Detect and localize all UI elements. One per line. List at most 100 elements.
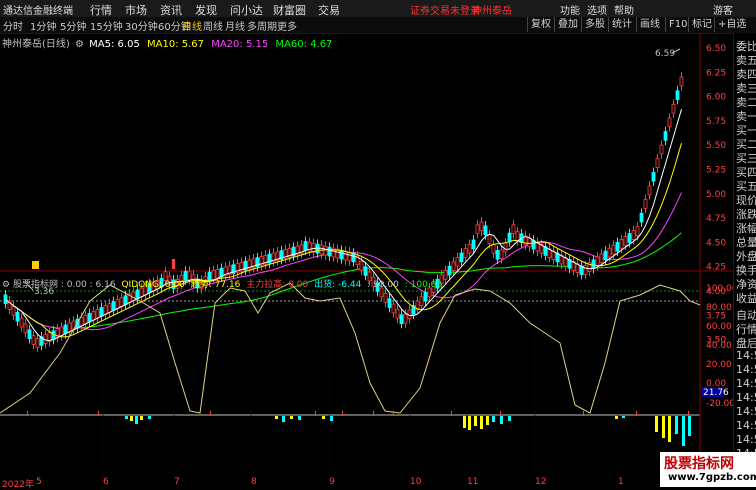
signal-marker: [27, 411, 28, 416]
app-title: 通达信金融终端: [3, 6, 73, 17]
signal-marker: [451, 411, 452, 416]
menu-xuanxiang[interactable]: 选项: [587, 2, 607, 17]
period-weekly[interactable]: 周线: [203, 18, 223, 33]
current-value-label: 21.76: [703, 388, 729, 398]
ma10-value: MA10: 5.67: [147, 39, 205, 50]
btn-duogu[interactable]: 多股: [581, 17, 608, 32]
date-month-9: 9: [329, 477, 335, 487]
candle-body: [19, 317, 24, 328]
menu-zixun[interactable]: 资讯: [160, 2, 182, 18]
candle-body: [487, 234, 492, 244]
candle-body: [107, 303, 112, 313]
price-tick-label: 4.75: [706, 214, 726, 224]
menu-shichang[interactable]: 市场: [125, 2, 147, 18]
candle-body: [667, 117, 672, 128]
candle-body: [391, 303, 396, 314]
histogram-bar: [682, 416, 685, 446]
candle-body: [339, 249, 344, 260]
signal-marker: [342, 411, 343, 416]
ind-chuhuo: 出货: -6.44: [314, 280, 362, 290]
indicator-tick-label: 40.00: [706, 341, 732, 351]
btn-diejia[interactable]: 叠加: [554, 17, 581, 32]
candle-body: [447, 265, 452, 276]
period-more[interactable]: 更多: [277, 18, 297, 33]
candle-body: [471, 239, 476, 250]
candle-body: [383, 293, 388, 303]
period-1min[interactable]: 1分钟: [30, 18, 56, 33]
candle-body: [635, 226, 640, 236]
candle-body: [67, 322, 72, 333]
histogram-bar: [492, 416, 495, 422]
btn-fuquan[interactable]: 复权: [527, 17, 554, 32]
candle-body: [659, 144, 664, 155]
signal-marker: [98, 411, 99, 416]
candle-body: [651, 171, 656, 182]
candle-body: [103, 305, 108, 315]
btn-f10[interactable]: F10: [665, 17, 690, 32]
candle-body: [387, 298, 392, 308]
candle-body: [123, 295, 128, 305]
period-monthly[interactable]: 月线: [225, 18, 245, 33]
user-guest[interactable]: 游客: [713, 2, 733, 17]
candle-body: [603, 250, 608, 261]
btn-tongji[interactable]: 统计: [608, 17, 635, 32]
btn-huaxian[interactable]: 画线: [636, 17, 663, 32]
price-tick-label: 5.50: [706, 141, 726, 151]
candle-body: [459, 252, 464, 263]
indicator-settings-icon[interactable]: ⚙: [2, 280, 10, 290]
histogram-bar: [330, 416, 333, 421]
histogram-bar: [135, 416, 138, 424]
candle-body: [515, 231, 520, 241]
stock-name-link[interactable]: 神州泰岳: [472, 2, 512, 17]
stock-title: 神州泰岳(日线): [2, 39, 70, 50]
candle-body: [87, 312, 92, 323]
menu-jiaoyi[interactable]: 交易: [318, 2, 340, 18]
histogram-bar: [130, 416, 133, 421]
login-alert[interactable]: 证券交易未登录: [410, 2, 480, 17]
histogram-bar: [688, 416, 691, 436]
candle-body: [583, 265, 588, 275]
ind-zhulilagao: 主力拉高: 0.00: [246, 280, 309, 290]
signal-marker: [393, 411, 394, 416]
candlesticks: [3, 72, 684, 353]
candle-body: [399, 314, 404, 324]
menu-wenxiaoda[interactable]: 问小达: [230, 2, 263, 18]
date-month-6: 6: [103, 477, 109, 487]
chart-grid: [0, 33, 733, 477]
side-panel-label: 14:5: [736, 419, 756, 432]
btn-biaoji[interactable]: 标记: [688, 17, 715, 32]
period-5min[interactable]: 5分钟: [60, 18, 86, 33]
btn-zixuan[interactable]: +自选: [714, 17, 749, 32]
indicator-name[interactable]: 股票指标网: [13, 280, 58, 290]
price-tick-label: 5.25: [706, 166, 726, 176]
period-fenshi[interactable]: 分时: [3, 18, 23, 33]
period-daily[interactable]: 日线: [182, 18, 202, 33]
menu-gongneng[interactable]: 功能: [560, 2, 580, 17]
histogram-bar: [622, 416, 625, 418]
side-panel-label: 14:5: [736, 405, 756, 418]
histogram-bar: [662, 416, 665, 438]
menu-caifuquan[interactable]: 财富圈: [273, 2, 306, 18]
period-multi[interactable]: 多周期: [247, 18, 277, 33]
signal-marker: [373, 411, 374, 416]
buy-signal-mark: [172, 259, 175, 269]
candle-body: [595, 256, 600, 267]
candle-body: [31, 335, 36, 345]
price-tick-label: 6.00: [706, 93, 726, 103]
candle-body: [359, 260, 364, 271]
candle-body: [671, 103, 676, 114]
candle-body: [627, 233, 632, 243]
price-tick-label: 4.25: [706, 263, 726, 273]
ind-qushi: 趋势: 77.16: [190, 280, 241, 290]
price-tick-label: 4.50: [706, 238, 726, 248]
signal-marker: [636, 411, 637, 416]
settings-icon[interactable]: ⚙: [75, 39, 84, 50]
kline-chart[interactable]: 6.50 6.25 6.00 5.75 5.50 5.25 5.00 4.75 4.50 4.25…: [0, 33, 733, 487]
menu-faxian[interactable]: 发现: [195, 2, 217, 18]
menu-hangqing[interactable]: 行情: [90, 2, 112, 18]
menu-bangzhu[interactable]: 帮助: [614, 2, 634, 17]
candle-body: [111, 301, 116, 311]
histogram-bar: [508, 416, 511, 421]
period-15min[interactable]: 15分钟: [90, 18, 123, 33]
period-30min[interactable]: 30分钟: [125, 18, 158, 33]
